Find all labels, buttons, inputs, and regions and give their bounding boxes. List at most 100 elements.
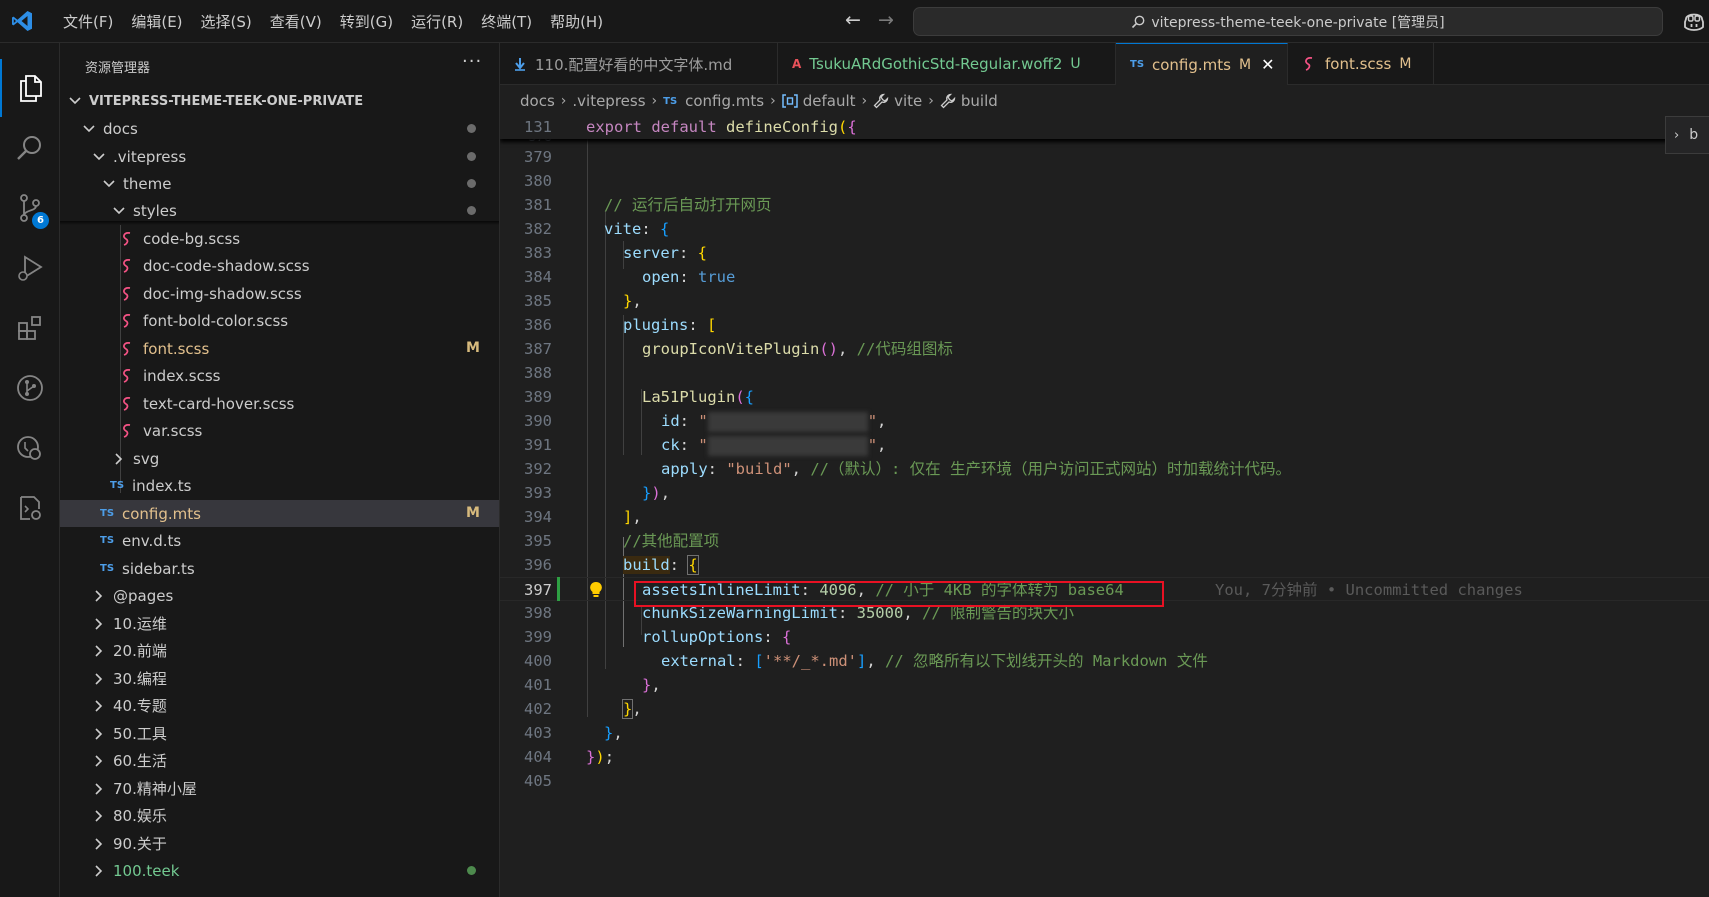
code-string: '**/_*.md' — [763, 652, 857, 670]
tab-label: TsukuARdGothicStd-Regular.woff2 — [809, 55, 1063, 73]
menu-edit[interactable]: 编辑(E) — [122, 11, 191, 32]
code-line: ], — [623, 508, 642, 526]
timeline-activity[interactable] — [0, 419, 60, 477]
folder-about[interactable]: 90.关于 — [60, 830, 499, 857]
status-dot — [467, 179, 476, 188]
breadcrumb-item[interactable]: .vitepress — [572, 92, 645, 110]
scm-badge: 6 — [32, 212, 49, 229]
folder-theme[interactable]: theme — [60, 170, 499, 197]
line-number: 388 — [524, 364, 552, 382]
sass-file-icon — [123, 258, 131, 273]
redacted-value — [707, 411, 868, 432]
run-debug-icon — [18, 255, 43, 281]
file-config-mts[interactable]: TS config.mts — [60, 500, 499, 527]
line-number: 392 — [524, 460, 552, 478]
back-arrow-icon[interactable]: ← — [840, 9, 866, 31]
folder-frontend[interactable]: 20.前端 — [60, 637, 499, 664]
folder-entertainment[interactable]: 80.娱乐 — [60, 802, 499, 829]
folder-life[interactable]: 60.生活 — [60, 747, 499, 774]
folder-pages[interactable]: @pages — [60, 582, 499, 609]
folder-ops[interactable]: 10.运维 — [60, 610, 499, 637]
collapsed-panel-toggle[interactable]: › b — [1665, 116, 1709, 154]
remote-activity[interactable] — [0, 479, 60, 537]
file-env-d-ts[interactable]: TS env.d.ts — [60, 527, 499, 554]
folder-vitepress[interactable]: .vitepress — [60, 143, 499, 170]
chevron-down-icon — [113, 206, 125, 214]
sass-file-icon — [1305, 57, 1313, 71]
lightbulb-icon[interactable] — [589, 581, 603, 598]
folder-programming[interactable]: 30.编程 — [60, 665, 499, 692]
tab-font-file[interactable]: A TsukuARdGothicStd-Regular.woff2 U — [778, 43, 1116, 85]
folder-spirit[interactable]: 70.精神小屋 — [60, 775, 499, 802]
menu-run[interactable]: 运行(R) — [402, 11, 472, 32]
code-line: }); — [586, 748, 615, 766]
code-line: external: ['**/_*.md'], // 忽略所有以下划线开头的 M… — [661, 652, 1208, 670]
file-code-bg[interactable]: code-bg.scss — [60, 225, 499, 252]
git-graph-activity[interactable] — [0, 359, 60, 417]
file-var-scss[interactable]: var.scss — [60, 417, 499, 444]
source-control-activity[interactable]: 6 — [0, 179, 60, 237]
line-number: 380 — [524, 172, 552, 190]
run-debug-activity[interactable] — [0, 239, 60, 297]
folder-label: docs — [103, 119, 138, 138]
search-activity[interactable] — [0, 119, 60, 177]
line-number: 391 — [524, 436, 552, 454]
menu-go[interactable]: 转到(G) — [331, 11, 402, 32]
tab-md-file[interactable]: 110.配置好看的中文字体.md — [500, 43, 778, 85]
line-number: 383 — [524, 244, 552, 262]
explorer-activity[interactable] — [0, 59, 60, 117]
line-number: 403 — [524, 724, 552, 742]
file-label: config.mts — [122, 504, 201, 523]
folder-svg[interactable]: svg — [60, 445, 499, 472]
folder-styles[interactable]: styles — [60, 197, 499, 224]
breadcrumb-item[interactable]: vite — [894, 92, 922, 110]
menu-selection[interactable]: 选择(S) — [192, 11, 261, 32]
file-doc-img-shadow[interactable]: doc-img-shadow.scss — [60, 280, 499, 307]
menu-terminal[interactable]: 终端(T) — [472, 11, 541, 32]
sass-file-icon — [123, 231, 131, 246]
line-number: 397 — [524, 581, 552, 599]
highlight-annotation-box — [634, 581, 1164, 607]
extensions-activity[interactable] — [0, 299, 60, 357]
chevron-right-icon — [115, 452, 123, 465]
menu-help[interactable]: 帮助(H) — [541, 11, 612, 32]
chevron-right-icon — [95, 754, 103, 767]
explorer-title: 资源管理器 — [85, 61, 151, 76]
redacted-value — [707, 435, 868, 456]
breadcrumb-item[interactable]: default — [803, 92, 856, 110]
file-theme-index-ts[interactable]: TS index.ts — [60, 472, 499, 499]
search-icon — [1132, 15, 1145, 28]
folder-label: 30.编程 — [113, 670, 167, 688]
folder-tools[interactable]: 50.工具 — [60, 720, 499, 747]
line-number: 382 — [524, 220, 552, 238]
file-font-scss[interactable]: font.scss — [60, 335, 499, 362]
code-line: server: { — [623, 244, 708, 262]
file-text-card-hover[interactable]: text-card-hover.scss — [60, 390, 499, 417]
command-center[interactable]: vitepress-theme-teek-one-private [管理员] — [913, 7, 1663, 36]
line-number: 396 — [524, 556, 552, 574]
folder-label: svg — [133, 449, 160, 468]
folder-teek[interactable]: 100.teek — [60, 857, 499, 884]
folder-topics[interactable]: 40.专题 — [60, 692, 499, 719]
status-dot — [467, 124, 476, 133]
sticky-scroll-line[interactable]: 131 export default defineConfig({ — [500, 115, 1709, 139]
menu-view[interactable]: 查看(V) — [261, 11, 331, 32]
breadcrumb-item[interactable]: config.mts — [685, 92, 764, 110]
close-icon[interactable]: ✕ — [1261, 55, 1274, 74]
workspace-root[interactable]: VITEPRESS-THEME-TEEK-ONE-PRIVATE — [60, 88, 499, 114]
code-line: export default defineConfig({ — [586, 118, 857, 136]
more-actions-icon[interactable]: ··· — [462, 51, 482, 72]
menu-file[interactable]: 文件(F) — [54, 11, 122, 32]
tab-config-mts[interactable]: TS config.mts M ✕ — [1116, 43, 1288, 85]
file-index-scss[interactable]: index.scss — [60, 362, 499, 389]
file-sidebar-ts[interactable]: TS sidebar.ts — [60, 555, 499, 582]
tab-font-scss[interactable]: font.scss M — [1288, 43, 1434, 85]
code-editor[interactable]: 131export default defineConfig({ 378 379… — [500, 115, 1709, 897]
file-font-bold-color[interactable]: font-bold-color.scss — [60, 307, 499, 334]
forward-arrow-icon[interactable]: → — [873, 9, 899, 31]
file-doc-code-shadow[interactable]: doc-code-shadow.scss — [60, 252, 499, 279]
copilot-icon[interactable] — [1682, 10, 1706, 32]
breadcrumb-item[interactable]: build — [961, 92, 998, 110]
folder-docs[interactable]: docs — [60, 115, 499, 142]
breadcrumb-item[interactable]: docs — [520, 92, 555, 110]
